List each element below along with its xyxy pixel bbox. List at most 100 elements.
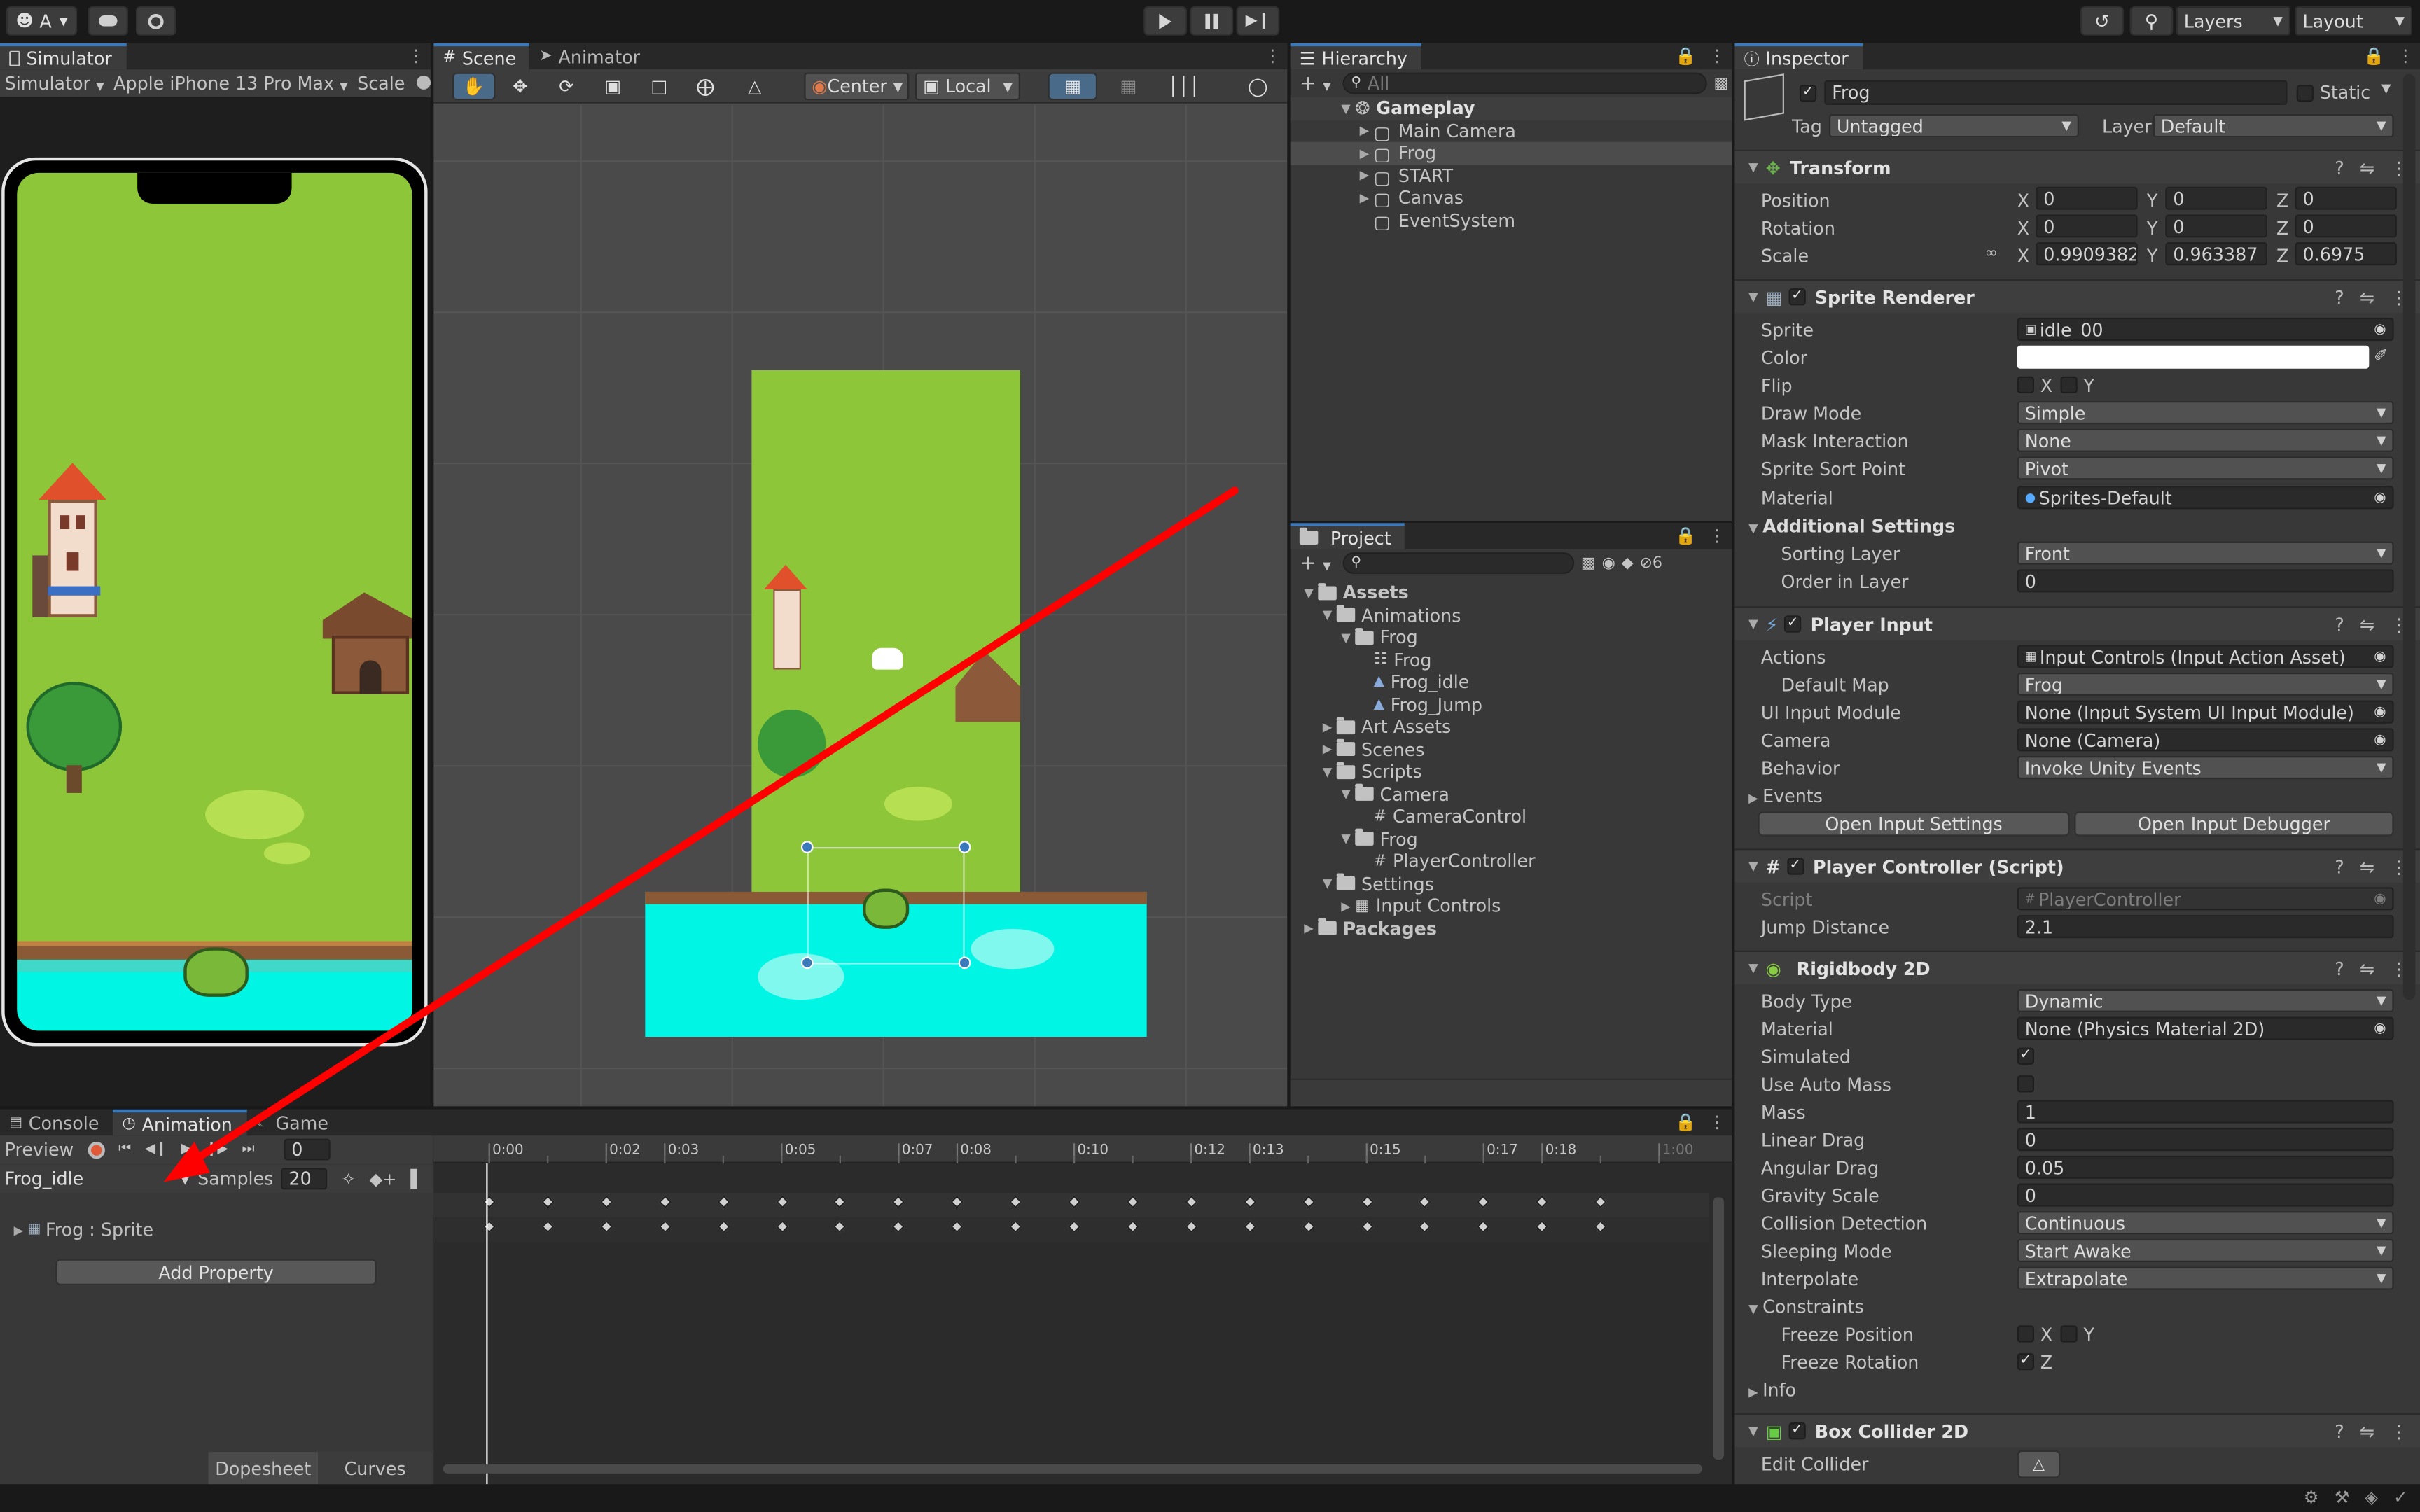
project-folder-art-assets[interactable]: ▶ Art Assets	[1291, 716, 1732, 738]
help-icon[interactable]: ?	[2335, 958, 2344, 979]
tab-animator[interactable]: ➤ Animator	[530, 43, 654, 69]
add-button[interactable]: + ▼	[1300, 71, 1331, 94]
sprite-keyframe[interactable]	[775, 1219, 788, 1233]
sprite-keyframe[interactable]	[716, 1219, 730, 1233]
curves-tab[interactable]: Curves	[318, 1452, 433, 1485]
dopesheet-tab[interactable]: Dopesheet	[208, 1452, 319, 1485]
sleeping-mode-dropdown[interactable]: Start Awake ▼	[2017, 1238, 2394, 1262]
simulator-mode-dropdown[interactable]: Simulator ▼	[5, 73, 104, 94]
camera-gizmo-icon[interactable]	[872, 648, 903, 670]
project-asset-frog-idle[interactable]: ▲ Frog_idle	[1291, 671, 1732, 694]
sprite-renderer-enabled-checkbox[interactable]: ✓	[1788, 288, 1806, 306]
sprite-keyframe[interactable]	[1243, 1219, 1256, 1233]
add-keyframe-icon[interactable]: ✧	[341, 1169, 355, 1189]
material-field[interactable]: ● Sprites-Default ◉	[2017, 486, 2394, 510]
static-checkbox[interactable]	[2296, 85, 2314, 102]
sprite-keyframe[interactable]	[1360, 1219, 1374, 1233]
tab-game[interactable]: ☾ Game	[246, 1110, 342, 1135]
use-auto-mass-checkbox[interactable]	[2017, 1075, 2035, 1093]
scale-slider[interactable]	[417, 76, 431, 90]
project-folder-settings[interactable]: ▼ Settings	[1291, 872, 1732, 895]
project-asset-input-controls[interactable]: ▶ ▦ Input Controls	[1291, 895, 1732, 917]
device-dropdown[interactable]: Apple iPhone 13 Pro Max ▼	[113, 73, 348, 94]
cloud-button[interactable]	[88, 6, 128, 36]
object-picker-icon[interactable]: ◉	[2374, 704, 2386, 720]
tab-hierarchy[interactable]: ☰ Hierarchy	[1290, 43, 1421, 70]
order-in-layer-field[interactable]: 0	[2017, 569, 2394, 593]
object-picker-icon[interactable]: ◉	[2374, 1021, 2386, 1036]
position-z-field[interactable]: 0	[2295, 186, 2397, 210]
chevron-down-icon[interactable]: ▼	[2381, 82, 2391, 96]
sprite-keyframe[interactable]	[1418, 1219, 1432, 1233]
position-y-field[interactable]: 0	[2165, 186, 2267, 210]
kebab-menu-icon[interactable]: ⋮	[1264, 46, 1281, 66]
grid-snap-button[interactable]: ▦	[1048, 72, 1098, 101]
tab-inspector[interactable]: ⓘ Inspector	[1734, 43, 1863, 70]
scene-frog[interactable]	[863, 888, 910, 929]
additional-settings-foldout[interactable]: ▼ Additional Settings	[1744, 515, 1955, 537]
transform-tool-button[interactable]: ⨁	[683, 72, 728, 101]
sprite-keyframe[interactable]	[1126, 1219, 1139, 1233]
dopesheet-area[interactable]: 0:00 0:02 0:03 0:05 0:07 0:08 0:10 0:12 0:13 0:15…	[433, 1135, 1732, 1485]
hierarchy-item-frog[interactable]: ▶ ▢ Frog	[1290, 141, 1732, 165]
lock-icon[interactable]: 🔒	[1675, 46, 1696, 66]
gravity-scale-field[interactable]: 0	[2017, 1183, 2394, 1207]
filter-type-icon[interactable]: ▩	[1581, 554, 1596, 571]
sorting-layer-dropdown[interactable]: Front ▼	[2017, 541, 2394, 565]
actions-field[interactable]: ▦ Input Controls (Input Action Asset) ◉	[2017, 645, 2394, 668]
summary-keyframe[interactable]	[1301, 1195, 1315, 1209]
progress-icon[interactable]: ✓	[2393, 1488, 2407, 1508]
sprite-keyframe[interactable]	[1009, 1219, 1022, 1233]
tab-console[interactable]: ▤ Console	[0, 1110, 113, 1135]
object-picker-icon[interactable]: ◉	[2374, 732, 2386, 748]
rotate-tool-button[interactable]: ⟳	[545, 72, 588, 101]
scale-y-field[interactable]: 0.963387	[2165, 242, 2267, 266]
sprite-keyframe[interactable]	[482, 1219, 496, 1233]
sprite-keyframe[interactable]	[1301, 1219, 1315, 1233]
object-picker-icon[interactable]: ◉	[2374, 649, 2386, 664]
scale-z-field[interactable]: 0.6975	[2295, 242, 2397, 266]
summary-keyframe[interactable]	[1184, 1195, 1198, 1209]
sprite-keyframe[interactable]	[541, 1219, 555, 1233]
hierarchy-item-main-camera[interactable]: ▶ ▢ Main Camera	[1291, 120, 1732, 143]
space-dropdown[interactable]: ▣ Local ▼	[915, 72, 1020, 101]
help-icon[interactable]: ?	[2335, 613, 2344, 635]
rigidbody-header[interactable]: ▼ ◉ Rigidbody 2D ? ⇋ ⋮	[1734, 950, 2420, 985]
layout-dropdown[interactable]: Layout ▼	[2295, 6, 2413, 36]
sprite-keyframe[interactable]	[950, 1219, 964, 1233]
summary-keyframe[interactable]	[658, 1195, 672, 1209]
active-checkbox[interactable]: ✓	[1799, 85, 1817, 102]
summary-keyframe[interactable]	[1126, 1195, 1139, 1209]
sprite-keyframe[interactable]	[1594, 1219, 1608, 1233]
draw-mode-dropdown[interactable]: Simple ▼	[2017, 401, 2394, 425]
lock-icon[interactable]: 🔒	[2363, 46, 2384, 66]
behavior-dropdown[interactable]: Invoke Unity Events ▼	[2017, 756, 2394, 780]
pivot-dropdown[interactable]: ◉ Center ▼	[804, 72, 910, 101]
sprite-keyframe[interactable]	[1477, 1219, 1491, 1233]
project-folder-camera[interactable]: ▼ Camera	[1291, 783, 1732, 806]
kebab-menu-icon[interactable]: ⋮	[408, 46, 424, 66]
project-folder-frog[interactable]: ▼ Frog	[1291, 626, 1732, 649]
preset-icon[interactable]: ⇋	[2360, 286, 2374, 308]
position-x-field[interactable]: 0	[2036, 186, 2138, 210]
preset-icon[interactable]: ⇋	[2360, 855, 2374, 877]
player-controller-header[interactable]: ▼ # ✓ Player Controller (Script) ? ⇋ ⋮	[1734, 848, 2420, 883]
box-collider-enabled-checkbox[interactable]: ✓	[1788, 1422, 1806, 1440]
play-animation-icon[interactable]: ▶	[181, 1142, 192, 1157]
vertical-scrollbar[interactable]	[1713, 1197, 1724, 1460]
object-picker-icon[interactable]: ◉	[2374, 322, 2386, 337]
first-keyframe-icon[interactable]: ⏮	[118, 1142, 131, 1157]
mass-field[interactable]: 1	[2017, 1100, 2394, 1124]
flip-x-checkbox[interactable]	[2017, 376, 2035, 394]
project-script-playercontroller[interactable]: # PlayerController	[1291, 850, 1732, 872]
sprite-keyframe[interactable]	[1067, 1219, 1081, 1233]
rect-handle[interactable]	[958, 841, 971, 853]
next-keyframe-icon[interactable]: ❙▶	[206, 1142, 228, 1157]
summary-keyframe[interactable]	[833, 1195, 847, 1209]
account-dropdown[interactable]: ☻ A ▼	[6, 6, 78, 36]
interpolate-dropdown[interactable]: Extrapolate ▼	[2017, 1266, 2394, 1290]
hierarchy-scene-row[interactable]: ▼ ❂ Gameplay	[1290, 97, 1732, 120]
help-icon[interactable]: ?	[2335, 286, 2344, 308]
sprite-keyframe[interactable]	[1535, 1219, 1549, 1233]
sprite-keyframe[interactable]	[833, 1219, 847, 1233]
